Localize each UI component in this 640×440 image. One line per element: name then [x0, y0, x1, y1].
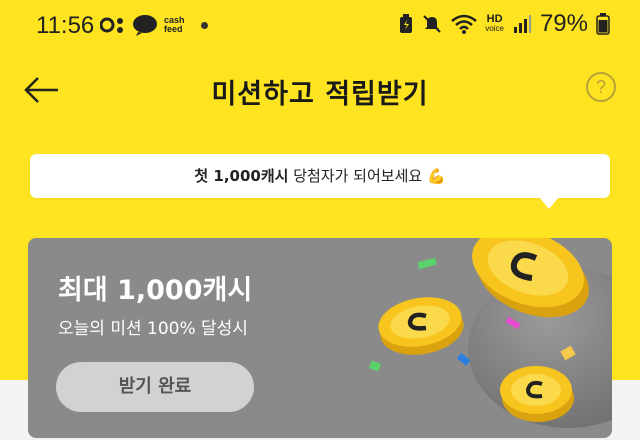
- signal-icon: [513, 15, 531, 33]
- wifi-icon: [451, 14, 478, 34]
- help-button[interactable]: ?: [586, 72, 616, 102]
- cashfeed-logo-icon: [133, 15, 157, 36]
- status-right-icons: HD voice 79%: [399, 10, 610, 38]
- muscle-emoji-icon: 💪: [426, 167, 446, 185]
- battery-icon: [596, 13, 610, 35]
- coin-icon: [500, 366, 574, 422]
- notification-dot: [200, 21, 208, 29]
- status-left-icons: cash feed: [100, 14, 208, 36]
- confetti-icon: [368, 360, 382, 372]
- voice-label: voice: [485, 24, 504, 33]
- sim-battery-icon: [400, 14, 413, 33]
- status-bar: 11:56 cash feed HD voice 79%: [0, 0, 640, 56]
- mute-icon: [423, 15, 441, 33]
- page-title: 미션하고 적립받기: [211, 79, 429, 110]
- coins-illustration: [368, 238, 589, 422]
- tooltip-bold-text: 첫 1,000캐시: [194, 167, 289, 185]
- feed-label: feed: [164, 24, 183, 34]
- confetti-icon: [505, 316, 521, 330]
- hd-voice-indicator: HD voice: [485, 14, 504, 34]
- tooltip-tail: [539, 197, 559, 209]
- confetti-icon: [456, 352, 471, 366]
- battery-percent: 79%: [539, 10, 588, 37]
- confetti-icon: [560, 345, 576, 361]
- coin-icon: [378, 297, 464, 355]
- tooltip-text: 당첨자가 되어보세요: [288, 167, 427, 185]
- help-icon: ?: [595, 77, 606, 97]
- coin-icon: [472, 238, 589, 318]
- status-time: 11:56: [36, 12, 95, 39]
- confetti-icon: [417, 257, 437, 270]
- reward-card: 최대 1,000캐시 오늘의 미션 100% 달성시 받기 완료: [28, 238, 612, 438]
- cashfeed-text: cash feed: [164, 16, 185, 34]
- status-app-icon: [100, 17, 123, 33]
- header: 미션하고 적립받기 ?: [0, 60, 640, 120]
- promo-tooltip: 첫 1,000캐시 당첨자가 되어보세요 💪: [30, 154, 610, 198]
